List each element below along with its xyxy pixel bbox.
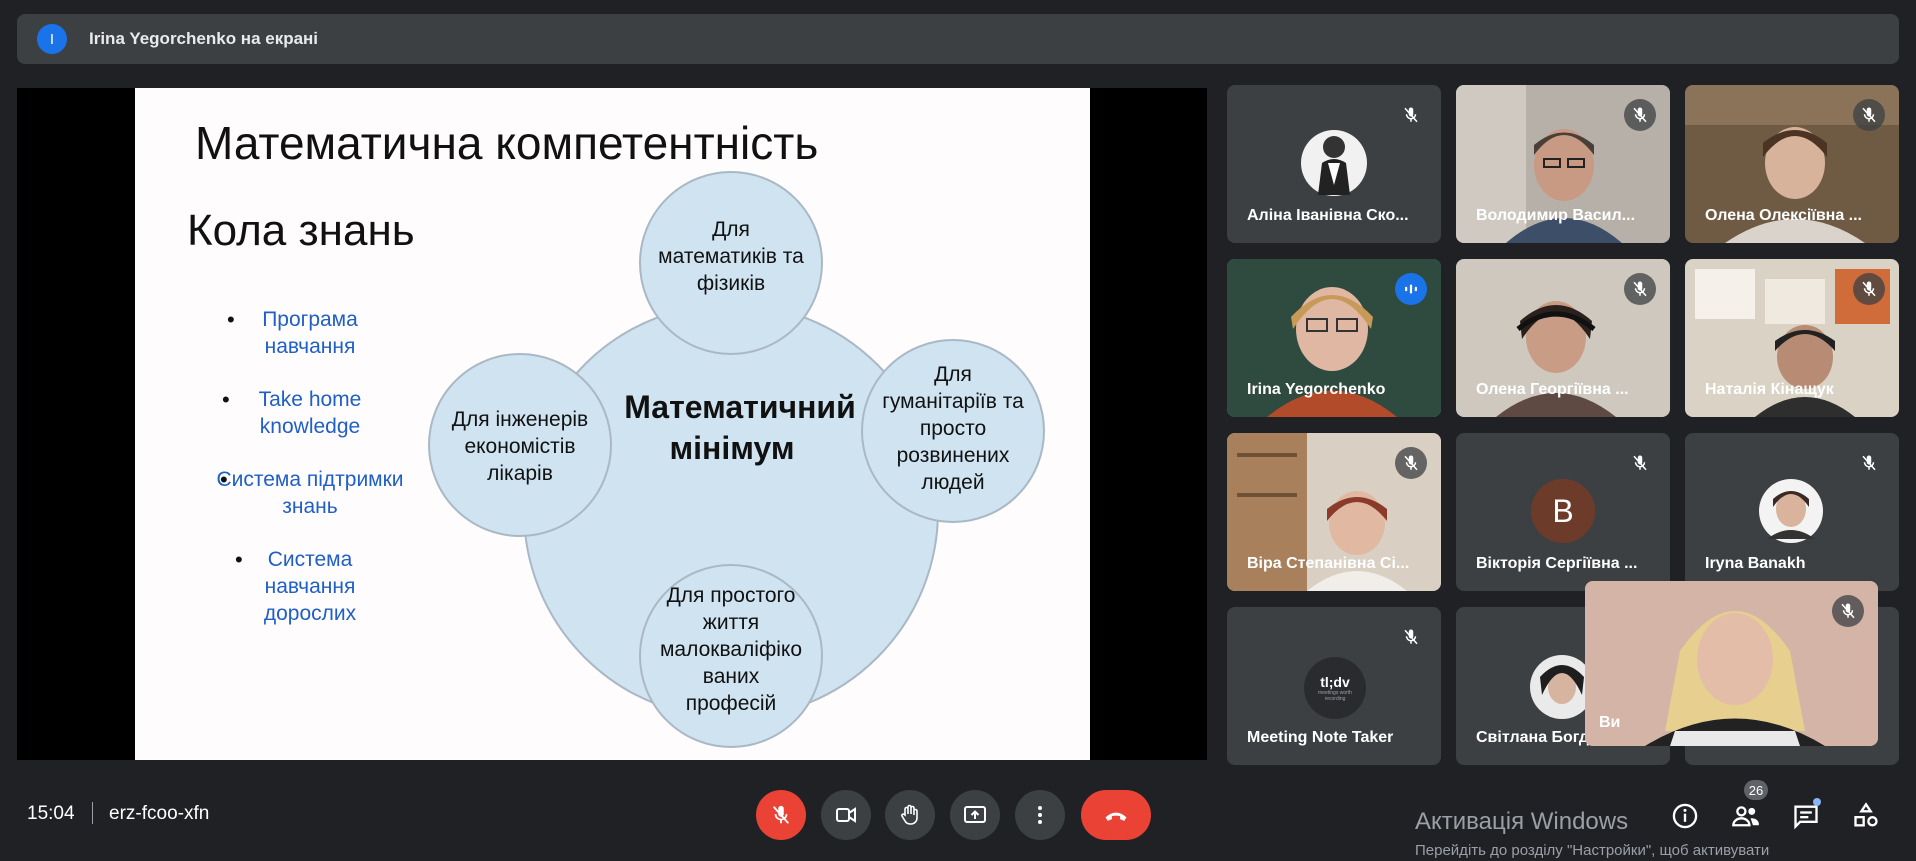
presentation-banner: I Irina Yegorchenko на екрані — [17, 14, 1899, 64]
chat-notification-dot — [1813, 798, 1821, 806]
raise-hand-icon — [901, 804, 918, 825]
more-vert-icon — [1038, 806, 1042, 824]
chat-icon — [1794, 805, 1818, 830]
windows-activation-title: Активація Windows — [1415, 808, 1629, 835]
present-screen-button[interactable] — [950, 790, 1000, 840]
present-screen-icon — [964, 806, 986, 823]
presentation-slide: Математичний мінімум Для математиків та … — [135, 88, 1090, 760]
participant-tile[interactable]: Аліна Іванівна Ско... — [1227, 85, 1441, 243]
svg-text:Для простого: Для простого — [667, 584, 796, 607]
presenter-avatar: I — [37, 24, 67, 54]
mic-off-icon — [1853, 273, 1885, 305]
center-label-line2: мінімум — [669, 430, 794, 466]
tldv-avatar: tl;dv meetings worth recording — [1304, 657, 1366, 719]
slide-title: Математична компетентність — [195, 117, 819, 169]
self-label: Ви — [1599, 714, 1621, 731]
participant-name: Irina Yegorchenko — [1247, 381, 1386, 398]
participant-tile[interactable]: Олена Георгіївна ... — [1456, 259, 1670, 417]
mic-off-icon — [1832, 595, 1864, 627]
end-call-button[interactable] — [1081, 790, 1151, 840]
bullet-item: • Take home knowledge — [222, 387, 362, 438]
video-camera-icon — [836, 807, 856, 823]
participant-name: Світлана Богд — [1476, 729, 1590, 746]
participant-tile[interactable]: Володимир Васил... — [1456, 85, 1670, 243]
svg-text:фізиків: фізиків — [697, 272, 765, 295]
raise-hand-button[interactable] — [885, 790, 935, 840]
activities-icon — [1854, 802, 1878, 827]
self-view[interactable]: Ви — [1585, 581, 1878, 746]
mic-off-icon — [772, 805, 790, 824]
participant-name: Віра Степанівна Сі... — [1247, 555, 1410, 572]
bullet-item: • Система підтримки знань — [216, 467, 404, 518]
participant-name: Аліна Іванівна Ско... — [1247, 207, 1409, 224]
mic-off-icon — [1853, 447, 1885, 479]
svg-text:гуманітаріїв та: гуманітаріїв та — [882, 390, 1024, 413]
svg-text:Для: Для — [934, 363, 972, 386]
windows-activation-subtitle: Перейдіть до розділу "Настройки", щоб ак… — [1415, 842, 1770, 859]
mic-off-icon — [1624, 99, 1656, 131]
svg-text:професій: професій — [686, 692, 777, 715]
bullet-list: • Програма навчання • Take home knowledge … — [200, 306, 420, 653]
participant-tile[interactable]: Наталія Кінащук — [1685, 259, 1899, 417]
slide-subtitle: Кола знань — [187, 206, 415, 255]
center-label-line1: Математичний — [624, 389, 856, 425]
bullet-item: • Система навчання дорослих — [235, 547, 357, 625]
participant-tile[interactable]: Олена Олексіївна ... — [1685, 85, 1899, 243]
mic-off-icon — [1395, 621, 1427, 653]
svg-text:життя: життя — [703, 611, 759, 634]
camera-toggle-button[interactable] — [821, 790, 871, 840]
mic-toggle-button[interactable] — [756, 790, 806, 840]
participant-tile[interactable]: Віра Степанівна Сі... — [1227, 433, 1441, 591]
meeting-code: erz-fcoo-xfn — [109, 803, 210, 824]
participant-name: Наталія Кінащук — [1705, 381, 1834, 398]
meeting-details-button[interactable] — [1665, 796, 1705, 836]
shared-screen[interactable]: Математичний мінімум Для математиків та … — [17, 88, 1207, 760]
bullet-item: • Програма навчання — [227, 307, 358, 358]
mic-off-icon — [1395, 99, 1427, 131]
participant-count-badge: 26 — [1744, 780, 1768, 800]
participant-name: Iryna Banakh — [1705, 555, 1806, 572]
info-icon — [1672, 803, 1698, 829]
mic-off-icon — [1624, 273, 1656, 305]
activities-button[interactable] — [1846, 796, 1886, 836]
participant-tile[interactable]: B Вікторія Сергіївна ... — [1456, 433, 1670, 591]
participant-tile[interactable]: tl;dv meetings worth recording Meeting N… — [1227, 607, 1441, 765]
svg-text:малокваліфіко: малокваліфіко — [660, 638, 802, 661]
svg-text:ваних: ваних — [703, 665, 760, 688]
svg-text:Для інженерів: Для інженерів — [452, 408, 588, 431]
svg-text:людей: людей — [921, 471, 984, 494]
participant-tile[interactable]: Iryna Banakh — [1685, 433, 1899, 591]
divider — [92, 802, 93, 824]
svg-text:лікарів: лікарів — [487, 462, 553, 485]
svg-text:математиків та: математиків та — [658, 245, 804, 268]
mic-off-icon — [1853, 99, 1885, 131]
svg-text:розвинених: розвинених — [897, 444, 1010, 467]
participant-name: Олена Георгіївна ... — [1476, 381, 1629, 398]
participant-name: Вікторія Сергіївна ... — [1476, 555, 1638, 572]
participant-name: Володимир Васил... — [1476, 207, 1636, 224]
end-call-icon — [1105, 812, 1127, 821]
participant-name: Meeting Note Taker — [1247, 729, 1394, 746]
speaking-indicator-icon — [1395, 273, 1427, 305]
people-icon — [1732, 806, 1759, 827]
participant-letter-avatar: B — [1531, 479, 1595, 543]
people-button[interactable] — [1726, 796, 1766, 836]
svg-text:просто: просто — [920, 417, 986, 440]
meeting-time: 15:04 — [27, 803, 75, 824]
participant-tile-speaking[interactable]: Irina Yegorchenko — [1227, 259, 1441, 417]
svg-text:економістів: економістів — [464, 435, 575, 458]
presentation-banner-text: Irina Yegorchenko на екрані — [89, 29, 319, 48]
participant-name: Олена Олексіївна ... — [1705, 207, 1862, 224]
more-options-button[interactable] — [1015, 790, 1065, 840]
svg-text:Для: Для — [712, 218, 750, 241]
mic-off-icon — [1624, 447, 1656, 479]
mic-off-icon — [1395, 447, 1427, 479]
